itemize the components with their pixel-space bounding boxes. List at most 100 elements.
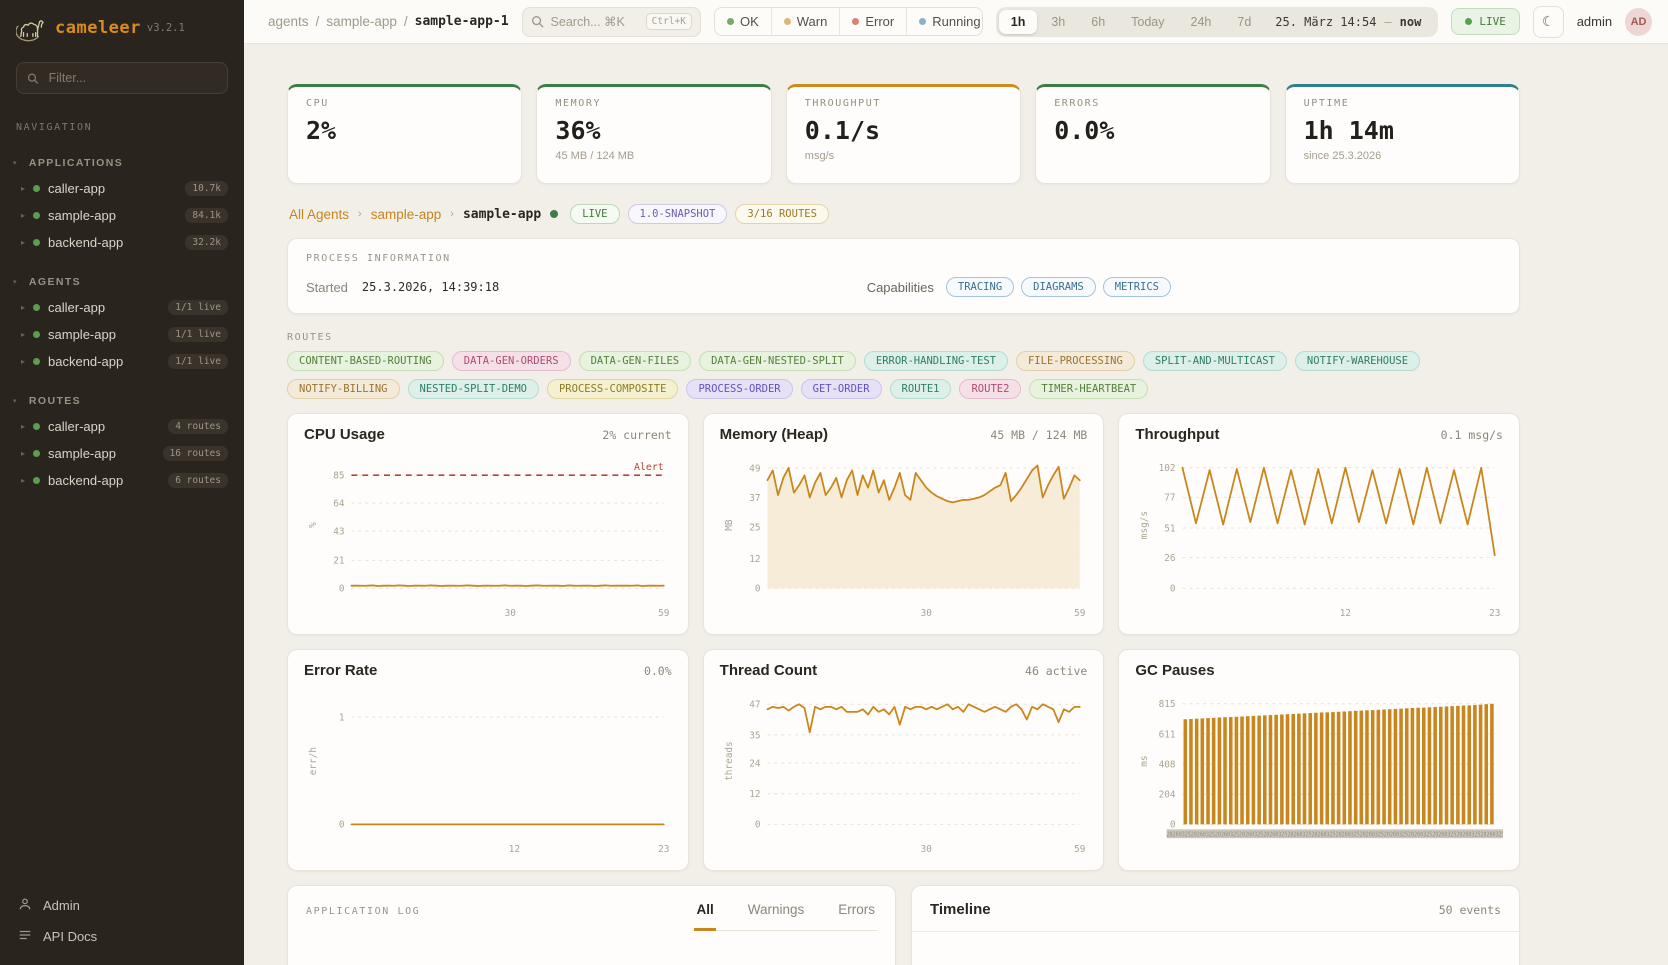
chart-card-error-rate: Error Rate0.0%01err/h1223 [287,649,689,871]
app-logo[interactable]: cameleer v3.2.1 [0,0,244,52]
breadcrumb-agents[interactable]: agents [268,14,309,29]
sidebar-nav: ▾APPLICATIONS▸caller-app10.7k▸sample-app… [0,137,244,494]
sidebar-group-applications[interactable]: ▾APPLICATIONS [0,149,244,175]
time-range-7d[interactable]: 7d [1225,10,1263,34]
sidebar-item-caller-app[interactable]: ▸caller-app10.7k [0,175,244,202]
route-badge-nested-split-demo[interactable]: NESTED-SPLIT-DEMO [408,379,539,399]
log-tab-errors[interactable]: Errors [836,902,877,931]
svg-text:408: 408 [1159,759,1176,770]
sidebar-item-sample-app[interactable]: ▸sample-app1/1 live [0,321,244,348]
svg-text:64: 64 [333,499,345,510]
sidebar-item-sample-app[interactable]: ▸sample-app16 routes [0,440,244,467]
breadcrumb-sample-app[interactable]: sample-app [326,14,397,29]
item-label: caller-app [48,300,160,315]
route-badge-error-handling-test[interactable]: ERROR-HANDLING-TEST [864,351,1008,371]
date-range[interactable]: 25. März 14:54 — now [1265,15,1435,29]
route-badge-notify-billing[interactable]: NOTIFY-BILLING [287,379,400,399]
item-label: sample-app [48,327,160,342]
sidebar-filter[interactable] [16,62,228,94]
svg-text:0: 0 [755,820,761,831]
avatar[interactable]: AD [1625,8,1652,36]
sidebar-item-backend-app[interactable]: ▸backend-app1/1 live [0,348,244,375]
live-toggle[interactable]: LIVE [1451,8,1520,35]
api-docs-icon [18,928,32,945]
chart-plot: 0204408611815ms2026032520260325202603252… [1135,681,1503,857]
date-range-separator: — [1384,15,1391,29]
sidebar-item-sample-app[interactable]: ▸sample-app84.1k [0,202,244,229]
svg-text:12: 12 [1340,608,1351,619]
time-range-1h[interactable]: 1h [999,10,1038,34]
time-range-6h[interactable]: 6h [1079,10,1117,34]
route-badge-get-order[interactable]: GET-ORDER [801,379,882,399]
route-badge-timer-heartbeat[interactable]: TIMER-HEARTBEAT [1029,379,1148,399]
route-badge-process-order[interactable]: PROCESS-ORDER [686,379,792,399]
metric-value: 0.1/s [805,116,1002,145]
route-badge-split-and-multicast[interactable]: SPLIT-AND-MULTICAST [1143,351,1287,371]
chart-card-gc-pauses: GC Pauses 0204408611815ms2026032520260325… [1118,649,1520,871]
route-badge-route1[interactable]: ROUTE1 [890,379,952,399]
svg-text:Alert: Alert [634,462,664,473]
count-badge: 32.2k [185,235,228,250]
filter-input[interactable] [47,70,217,86]
agent-status-dot [550,210,558,218]
svg-text:51: 51 [1165,523,1177,534]
route-badge-process-composite[interactable]: PROCESS-COMPOSITE [547,379,678,399]
dark-mode-toggle[interactable]: ☾ [1533,6,1564,38]
status-filter-label: Warn [797,14,828,29]
global-search[interactable]: Search... ⌘K Ctrl+K [522,7,701,37]
chart-plot: 012253749MB3059 [720,445,1088,621]
status-dot [727,18,734,25]
navigation-label: NAVIGATION [16,122,228,133]
metric-cards: CPU2%MEMORY36%45 MB / 124 MBTHROUGHPUT0.… [287,84,1520,184]
chart-title: Error Rate [304,662,377,679]
time-range-24h[interactable]: 24h [1179,10,1224,34]
agent-bar: All Agents › sample-app › sample-app LIV… [289,204,1520,224]
status-filter-error[interactable]: Error [839,8,906,35]
chart-plot: 021436485%3059Alert [304,445,672,621]
route-badge-route2[interactable]: ROUTE2 [959,379,1021,399]
status-filter-running[interactable]: Running [906,8,983,35]
svg-text:30: 30 [920,844,932,855]
route-badge-data-gen-files[interactable]: DATA-GEN-FILES [579,351,692,371]
route-badge-data-gen-orders[interactable]: DATA-GEN-ORDERS [452,351,571,371]
route-badge-content-based-routing[interactable]: CONTENT-BASED-ROUTING [287,351,444,371]
status-dot [784,18,791,25]
route-badge-notify-warehouse[interactable]: NOTIFY-WAREHOUSE [1295,351,1420,371]
chart-card-throughput: Throughput0.1 msg/s0265177102msg/s1223 [1118,413,1520,635]
status-filter-ok[interactable]: OK [715,8,771,35]
chevron-right-icon: › [450,208,454,220]
time-range-today[interactable]: Today [1119,10,1176,34]
route-badge-file-processing[interactable]: FILE-PROCESSING [1016,351,1135,371]
route-badge-data-gen-nested-split[interactable]: DATA-GEN-NESTED-SPLIT [699,351,856,371]
sidebar-group-agents[interactable]: ▾AGENTS [0,268,244,294]
sidebar-item-caller-app[interactable]: ▸caller-app1/1 live [0,294,244,321]
chart-title: GC Pauses [1135,662,1214,679]
time-range-3h[interactable]: 3h [1039,10,1077,34]
sidebar-group-routes[interactable]: ▾ROUTES [0,387,244,413]
svg-text:1: 1 [339,712,345,723]
svg-text:MB: MB [724,519,735,531]
svg-text:23: 23 [658,844,669,855]
search-icon [27,72,39,85]
metric-label: MEMORY [555,98,752,109]
sidebar-item-backend-app[interactable]: ▸backend-app32.2k [0,229,244,256]
search-icon [531,15,544,28]
item-label: backend-app [48,235,177,250]
agent-link-all[interactable]: All Agents [289,207,349,222]
sidebar-footer-admin[interactable]: Admin [18,897,226,914]
metric-card-errors: ERRORS0.0% [1035,84,1270,184]
svg-text:21: 21 [333,556,345,567]
sidebar-footer-api-docs[interactable]: API Docs [18,928,226,945]
sidebar-item-backend-app[interactable]: ▸backend-app6 routes [0,467,244,494]
chart-title: CPU Usage [304,426,385,443]
log-tab-all[interactable]: All [694,902,715,931]
sidebar-item-caller-app[interactable]: ▸caller-app4 routes [0,413,244,440]
log-tab-warnings[interactable]: Warnings [746,902,807,931]
metric-subtitle: 45 MB / 124 MB [555,150,752,162]
footer-label: API Docs [43,929,97,944]
capability-badge-tracing: TRACING [946,277,1014,297]
agent-link-app[interactable]: sample-app [371,207,442,222]
status-filter-warn[interactable]: Warn [771,8,840,35]
chevron-down-icon: ▾ [13,278,18,286]
metric-value: 36% [555,116,752,145]
